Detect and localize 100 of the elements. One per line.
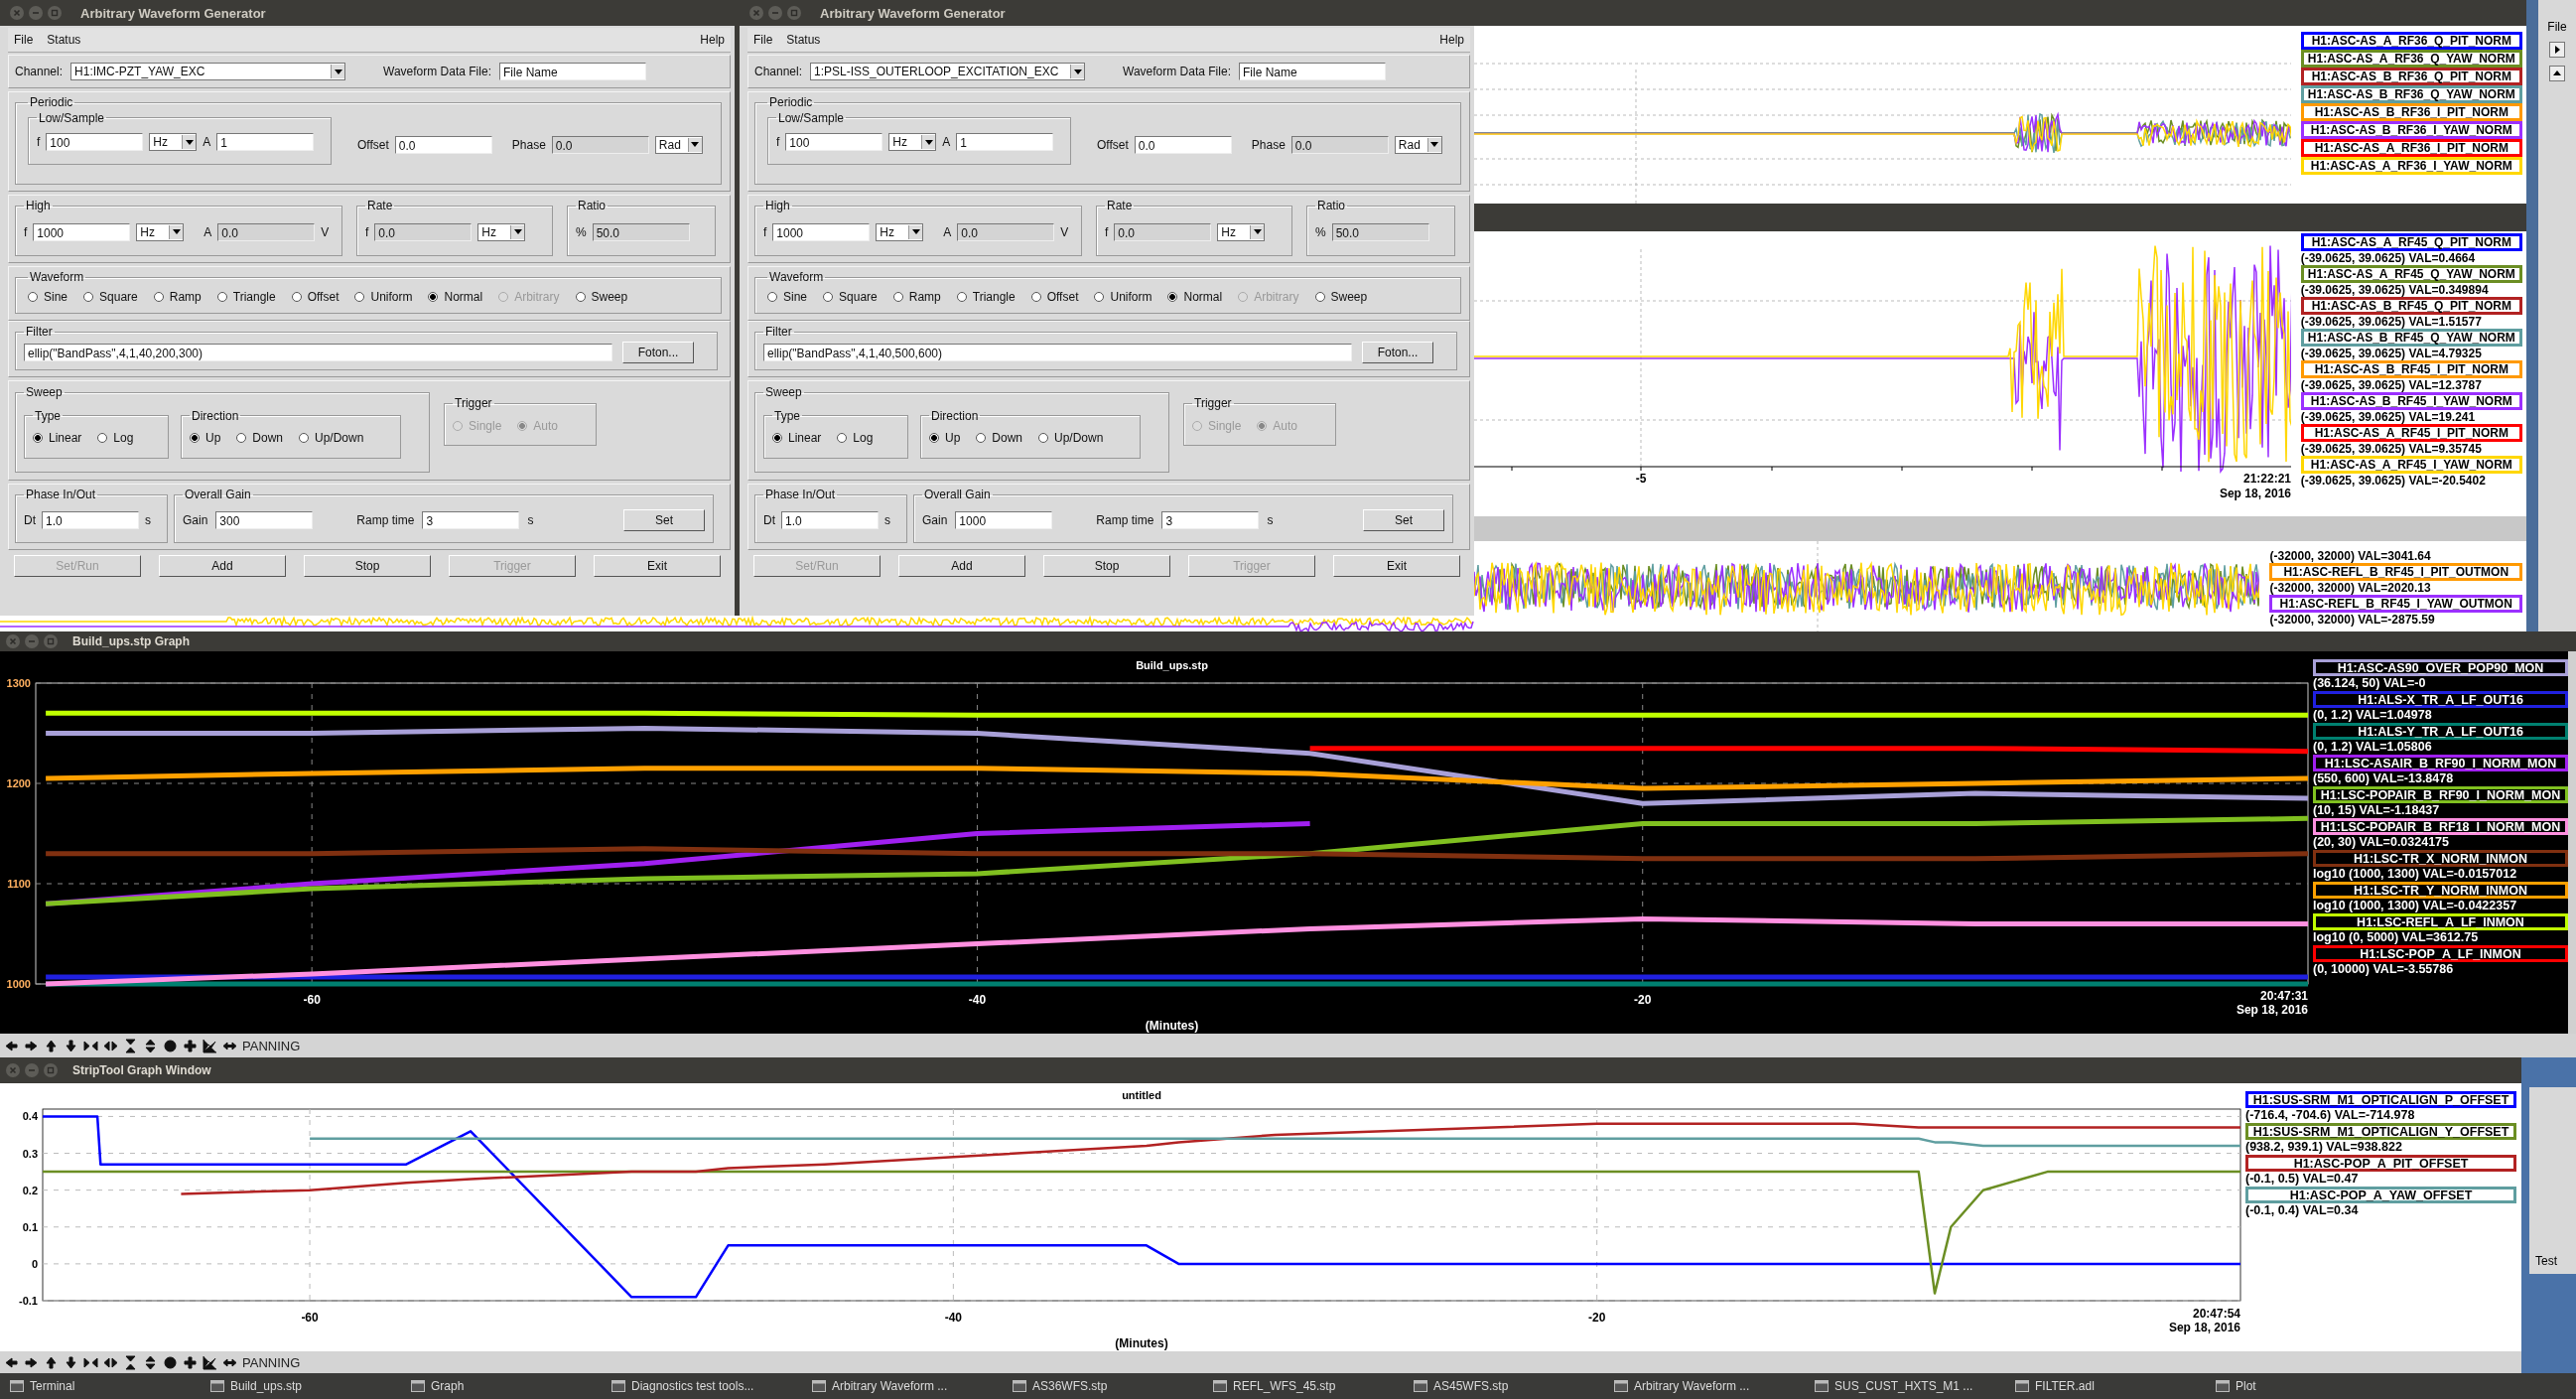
menu-item[interactable]: File [753,33,773,47]
action-button[interactable]: Add [898,555,1025,577]
radio-button[interactable]: Ramp [892,289,941,304]
radio-button[interactable]: Sweep [1314,289,1368,304]
input-field[interactable]: 300 [215,510,314,529]
radio-button[interactable]: Ramp [153,289,202,304]
radio-button[interactable]: Log [97,431,134,445]
taskbar-item[interactable]: Graph [401,1375,602,1397]
taskbar-item[interactable]: Terminal [0,1375,201,1397]
input-field[interactable]: 1.0 [42,510,139,529]
radio-button[interactable]: Offset [291,289,339,304]
input-field[interactable]: 1000 [772,222,871,241]
dropdown[interactable]: Hz [888,133,937,151]
input-field[interactable]: 100 [785,133,883,151]
menu-item[interactable]: Help [700,33,725,47]
foton-button[interactable]: Foton... [1362,341,1433,363]
down-arrow-icon[interactable] [64,1354,78,1370]
input-field[interactable]: 1000 [955,510,1053,529]
menu-item[interactable]: Help [1439,33,1464,47]
radio-button[interactable]: Uniform [1094,289,1152,304]
input-field[interactable]: 1.0 [781,510,879,529]
dropdown[interactable]: Hz [876,222,924,241]
vertical-zoom-in-icon[interactable] [123,1038,138,1053]
record-icon[interactable] [163,1038,178,1053]
taskbar-item[interactable]: Diagnostics test tools... [602,1375,802,1397]
left-arrow-icon[interactable] [4,1354,19,1370]
radio-button[interactable]: Triangle [216,289,276,304]
radio-button[interactable]: Sine [767,289,808,304]
right-arrow-icon[interactable] [24,1354,39,1370]
action-button[interactable]: Stop [304,555,431,577]
set-button[interactable]: Set [1363,508,1444,531]
taskbar-item[interactable]: AS36WFS.stp [1003,1375,1203,1397]
action-button[interactable]: Stop [1043,555,1170,577]
radio-button[interactable]: Down [976,431,1023,445]
input-field[interactable]: 100 [46,133,144,151]
taskbar-item[interactable]: Build_ups.stp [201,1375,401,1397]
taskbar-item[interactable]: REFL_WFS_45.stp [1203,1375,1404,1397]
radio-button[interactable]: Square [83,289,138,304]
vertical-zoom-out-icon[interactable] [143,1038,158,1053]
action-button[interactable]: Exit [594,555,721,577]
up-arrow-icon[interactable] [44,1038,59,1053]
dropdown[interactable]: 1:PSL-ISS_OUTERLOOP_EXCITATION_EXC [810,63,1086,80]
input-field[interactable]: File Name [1238,63,1386,80]
radio-button[interactable]: Log [837,431,874,445]
radio-button[interactable]: Up/Down [1038,431,1104,445]
dropdown[interactable]: H1:IMC-PZT_YAW_EXC [70,63,346,80]
set-button[interactable]: Set [623,508,705,531]
radio-button[interactable]: Linear [772,431,822,445]
radio-button[interactable]: Up [929,431,961,445]
radio-button[interactable]: Up/Down [299,431,364,445]
plus-icon[interactable] [183,1354,198,1370]
vertical-zoom-out-icon[interactable] [143,1354,158,1370]
horizontal-zoom-in-icon[interactable] [83,1038,98,1053]
radio-button[interactable]: Down [236,431,284,445]
taskbar-item[interactable]: Plot [2206,1375,2406,1397]
radio-button[interactable]: Sweep [575,289,628,304]
graph-icon[interactable] [203,1038,217,1053]
menu-item[interactable]: File [2547,20,2567,34]
menu-item[interactable]: File [14,33,34,47]
taskbar-item[interactable]: SUS_CUST_HXTS_M1 ... [1805,1375,2005,1397]
input-field[interactable]: 1 [956,133,1054,151]
input-field[interactable]: 0.0 [1134,135,1232,154]
down-arrow-icon[interactable] [64,1038,78,1053]
radio-button[interactable]: Linear [33,431,82,445]
input-field[interactable]: 1000 [33,222,131,241]
dropdown[interactable]: Rad [654,135,703,154]
record-icon[interactable] [163,1354,178,1370]
radio-button[interactable]: Offset [1030,289,1079,304]
dropdown[interactable]: Hz [477,222,526,241]
horizontal-zoom-in-icon[interactable] [83,1354,98,1370]
menu-item[interactable]: Status [786,33,821,47]
taskbar-item[interactable]: Arbitrary Waveform ... [1604,1375,1805,1397]
taskbar-item[interactable]: FILTER.adl [2005,1375,2206,1397]
input-field[interactable]: 1 [216,133,315,151]
input-field[interactable]: 3 [422,510,520,529]
action-button[interactable]: Exit [1333,555,1460,577]
graph-icon[interactable] [203,1354,217,1370]
input-field[interactable]: 0.0 [394,135,492,154]
up-arrow-icon[interactable] [44,1354,59,1370]
dropdown[interactable]: Hz [149,133,198,151]
left-arrow-icon[interactable] [4,1038,19,1053]
input-field[interactable]: ellip("BandPass",4,1,40,500,600) [763,343,1352,361]
radio-button[interactable]: Square [823,289,878,304]
foton-button[interactable]: Foton... [622,341,694,363]
radio-button[interactable]: Uniform [354,289,413,304]
taskbar-item[interactable]: AS45WFS.stp [1404,1375,1604,1397]
plus-icon[interactable] [183,1038,198,1053]
input-field[interactable]: 3 [1161,510,1260,529]
taskbar-item[interactable]: Arbitrary Waveform ... [802,1375,1003,1397]
dropdown[interactable]: Rad [1394,135,1442,154]
horizontal-zoom-out-icon[interactable] [103,1038,118,1053]
menu-item[interactable]: Status [47,33,81,47]
vertical-zoom-in-icon[interactable] [123,1354,138,1370]
input-field[interactable]: File Name [498,63,646,80]
horizontal-zoom-out-icon[interactable] [103,1354,118,1370]
radio-button[interactable]: Triangle [956,289,1016,304]
radio-button[interactable]: Sine [28,289,68,304]
dropdown[interactable]: Hz [1217,222,1266,241]
radio-button[interactable]: Normal [1167,289,1223,304]
right-arrow-icon[interactable] [24,1038,39,1053]
